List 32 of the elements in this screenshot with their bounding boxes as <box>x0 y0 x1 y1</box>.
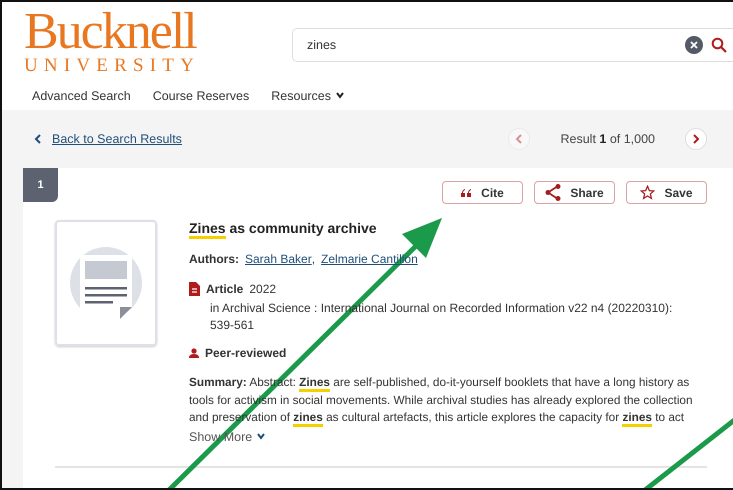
chevron-left-icon <box>34 134 42 144</box>
nav-link[interactable]: Course Reserves <box>152 89 250 103</box>
next-button[interactable] <box>685 128 707 150</box>
logo-subtitle: UNIVERSITY <box>24 56 201 76</box>
share-button[interactable]: Share <box>534 181 615 204</box>
save-button[interactable]: Save <box>626 181 707 204</box>
show-more-link[interactable]: Show More <box>189 430 266 444</box>
peer-reviewed-label: Peer-reviewed <box>205 346 286 360</box>
quote-icon <box>461 188 472 196</box>
document-icon <box>189 282 200 296</box>
clear-icon[interactable] <box>685 36 703 54</box>
person-icon <box>189 348 199 358</box>
separator: , <box>312 252 316 266</box>
back-link[interactable]: Back to Search Results <box>52 132 182 146</box>
authors-label: Authors: <box>189 252 239 266</box>
star-icon <box>640 185 656 200</box>
share-icon <box>545 184 562 201</box>
nav-link[interactable]: Advanced Search <box>32 89 131 103</box>
record-title[interactable]: Zines as community archive <box>189 220 707 236</box>
format-type: Article <box>206 282 244 296</box>
author-link[interactable]: Sarah Baker <box>245 252 312 266</box>
chevron-down-icon <box>336 91 344 101</box>
chevron-down-icon <box>257 432 266 442</box>
result-number: 1 <box>23 168 58 202</box>
cite-button[interactable]: Cite <box>442 181 523 204</box>
search-icon[interactable] <box>711 37 727 53</box>
menu-link[interactable]: Resources <box>271 89 344 103</box>
chevron-right-icon <box>692 134 700 144</box>
search-field[interactable]: zines <box>292 28 733 62</box>
format-year: 2022 <box>249 282 276 296</box>
chevron-left-icon <box>515 134 524 144</box>
result-counter: Result 1 of 1,000 <box>560 132 655 146</box>
